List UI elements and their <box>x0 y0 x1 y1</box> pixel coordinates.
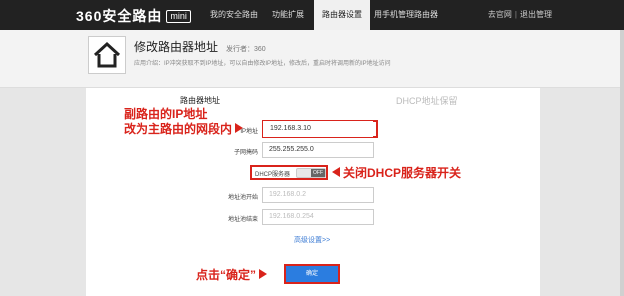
confirm-annotation: 点击“确定” <box>196 268 268 282</box>
logo-text: 360安全路由 <box>76 8 163 24</box>
page-scrollbar[interactable] <box>620 30 624 296</box>
logout-link[interactable]: 退出管理 <box>520 10 552 19</box>
page-description: 应用介绍：IP冲突获取不到IP地址，可以自由修改IP地址，修改后，重启时将调用新… <box>134 61 391 67</box>
logo-mini-badge: mini <box>166 10 191 23</box>
page-title: 修改路由器地址 发行者：360 <box>134 38 266 55</box>
pool-end-input[interactable]: 192.168.0.254 <box>262 209 374 225</box>
top-navigation-bar: 360安全路由 mini 我的安全路由 功能扩展 路由器设置 用手机管理路由器 去… <box>0 0 624 30</box>
dhcp-annotation-text: 关闭DHCP服务器开关 <box>343 166 462 180</box>
pool-end-label: 地址池结束 <box>227 217 258 223</box>
ip-address-input[interactable]: 192.168.3.10 <box>263 121 373 137</box>
subnet-mask-label: 子网掩码 <box>233 150 258 156</box>
advanced-settings-link[interactable]: 高级设置>> <box>294 235 330 245</box>
tab-mobile-management[interactable]: 用手机管理路由器 <box>372 0 440 30</box>
page-header: 修改路由器地址 发行者：360 应用介绍：IP冲突获取不到IP地址，可以自由修改I… <box>0 30 624 88</box>
subnet-mask-input[interactable]: 255.255.255.0 <box>262 142 374 158</box>
dhcp-server-label: DHCP服务器 <box>254 172 290 178</box>
ip-annotation-line2-text: 改为主路由的网段内 <box>124 122 233 136</box>
pool-start-label: 地址池开始 <box>227 195 258 201</box>
arrow-right-icon <box>235 123 244 133</box>
ip-annotation-line2: 改为主路由的网段内 <box>124 122 244 136</box>
publisher-text: 发行者：360 <box>226 46 266 53</box>
tab-router-settings[interactable]: 路由器设置 <box>314 0 370 30</box>
official-site-link[interactable]: 去官网 <box>488 10 512 19</box>
link-separator: | <box>514 10 517 19</box>
tab-router-address[interactable]: 路由器地址 <box>180 95 220 106</box>
dhcp-annotation: 关闭DHCP服务器开关 <box>332 166 461 180</box>
arrow-right-icon <box>259 269 268 279</box>
tab-extensions[interactable]: 功能扩展 <box>264 0 312 30</box>
app-logo[interactable]: 360安全路由 mini <box>76 6 191 26</box>
page-title-text: 修改路由器地址 <box>134 40 219 54</box>
dhcp-toggle-state: OFF <box>311 169 325 177</box>
pool-start-input[interactable]: 192.168.0.2 <box>262 187 374 203</box>
arrow-left-icon <box>332 167 340 177</box>
confirm-button[interactable]: 确定 <box>286 266 338 282</box>
tab-my-router[interactable]: 我的安全路由 <box>206 0 262 30</box>
top-links: 去官网 | 退出管理 <box>488 0 552 30</box>
home-icon <box>88 36 126 74</box>
dhcp-toggle[interactable]: OFF <box>296 168 326 178</box>
confirm-annotation-text: 点击“确定” <box>196 268 257 282</box>
tab-dhcp-reservation[interactable]: DHCP地址保留 <box>396 94 458 107</box>
ip-annotation-line1: 副路由的IP地址 <box>124 107 208 121</box>
